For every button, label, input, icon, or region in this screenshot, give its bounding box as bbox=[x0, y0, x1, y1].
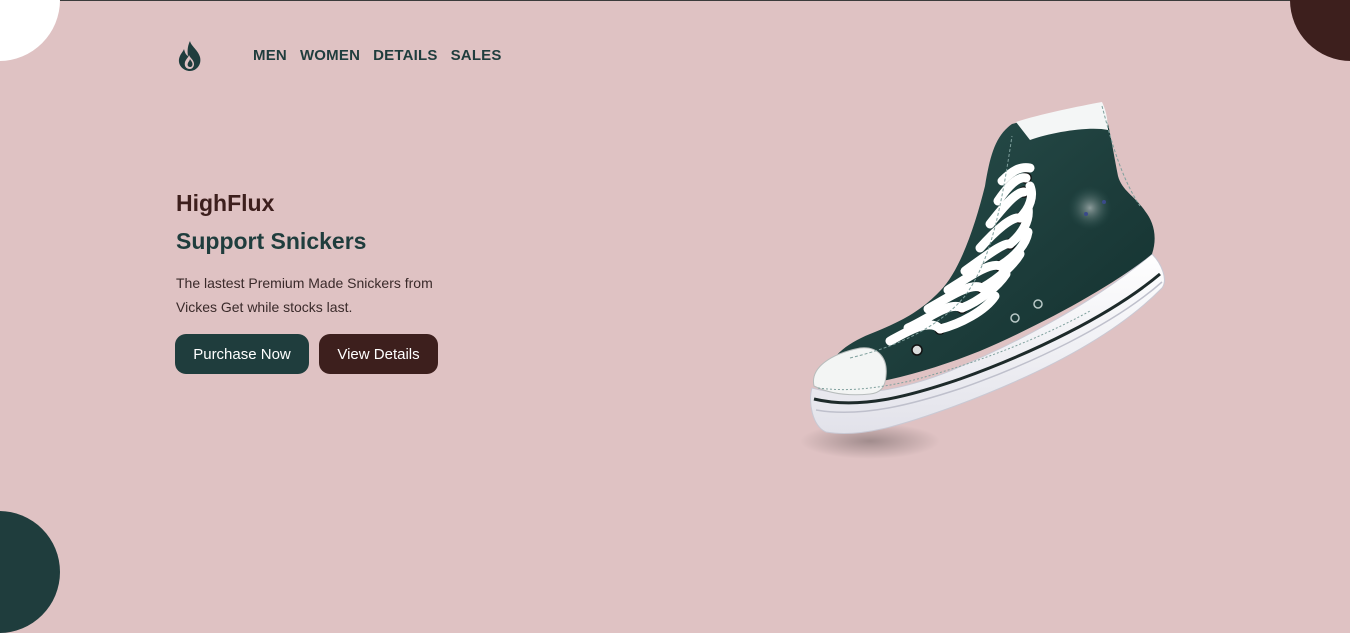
nav-item-details[interactable]: DETAILS bbox=[373, 47, 437, 64]
decor-circle-top-left bbox=[0, 0, 60, 61]
hero-headline: Support Snickers bbox=[176, 228, 367, 254]
main-nav: MEN WOMEN DETAILS SALES bbox=[253, 47, 502, 64]
brand-name: HighFlux bbox=[176, 190, 275, 216]
flame-icon[interactable] bbox=[177, 40, 203, 72]
nav-item-men[interactable]: MEN bbox=[253, 47, 287, 64]
nav-item-women[interactable]: WOMEN bbox=[300, 47, 360, 64]
decor-circle-bottom-left bbox=[0, 511, 60, 633]
nav-item-sales[interactable]: SALES bbox=[451, 47, 502, 64]
purchase-now-button[interactable]: Purchase Now bbox=[175, 334, 309, 374]
view-details-button[interactable]: View Details bbox=[319, 334, 438, 374]
sneaker-image bbox=[800, 102, 1165, 459]
decor-circle-top-right bbox=[1290, 0, 1350, 61]
hero-description: The lastest Premium Made Snickers from V… bbox=[176, 275, 433, 315]
